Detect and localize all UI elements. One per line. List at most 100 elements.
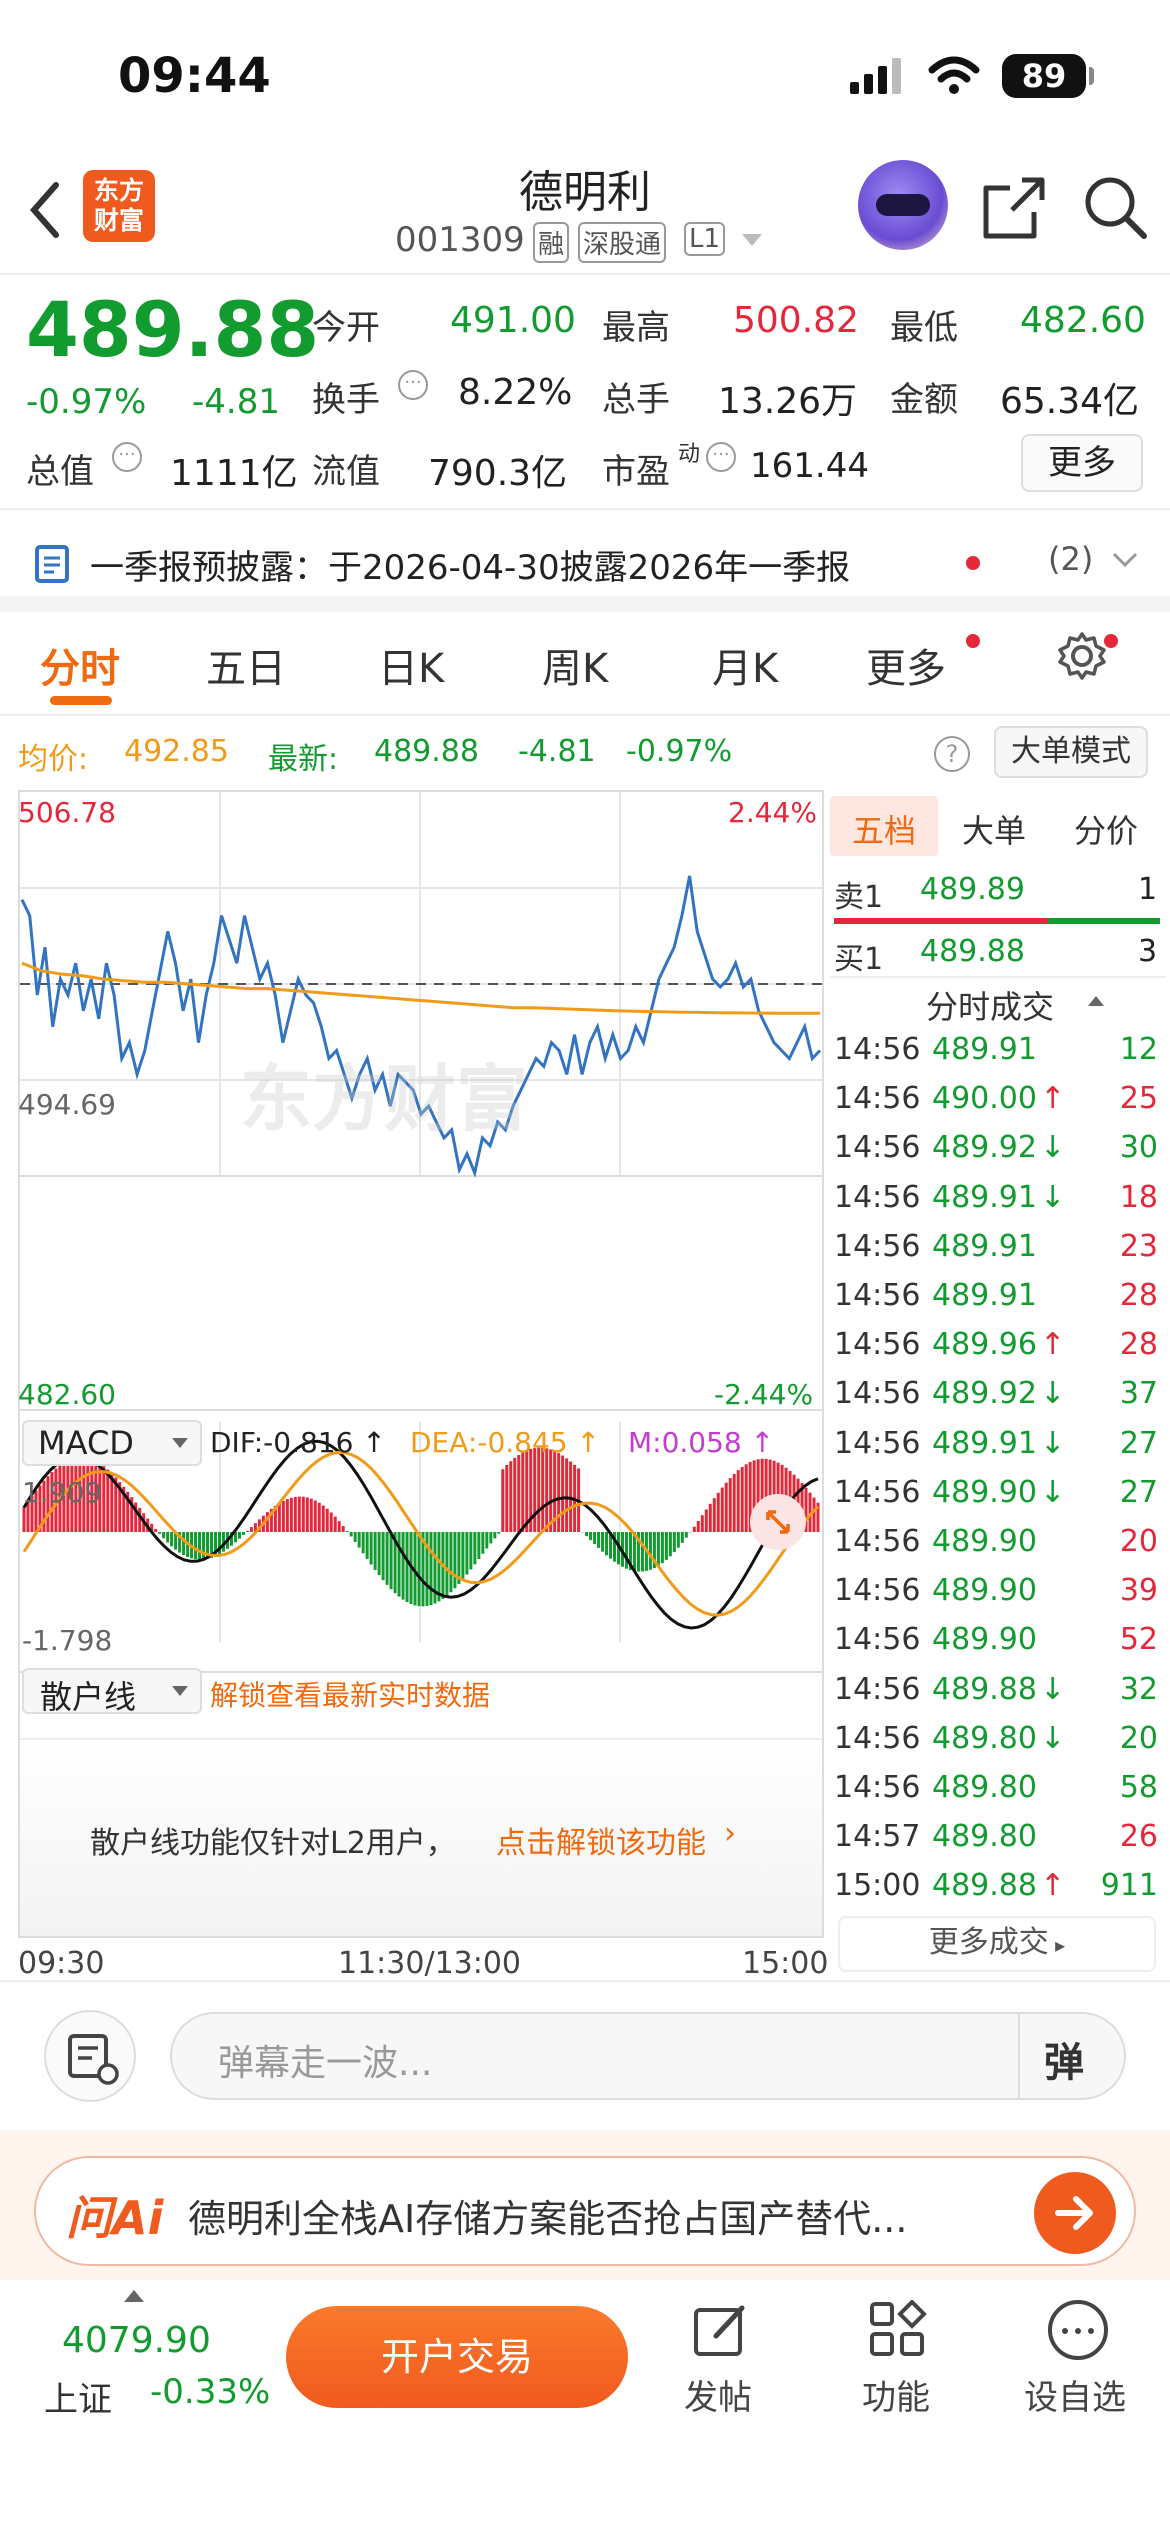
- more-circle-icon[interactable]: [1048, 2300, 1108, 2360]
- tab-price-split[interactable]: 分价: [1074, 806, 1138, 852]
- pe-info-icon[interactable]: ···: [706, 442, 736, 472]
- trade-row: 14:56 489.88 ↓ 32: [834, 1672, 1158, 1721]
- trade-arrow: ↓: [1040, 1376, 1066, 1412]
- retail-line-selector[interactable]: 散户线: [22, 1668, 202, 1716]
- grid-icon[interactable]: [868, 2300, 928, 2360]
- trade-time: 14:56: [834, 1228, 921, 1264]
- comment-list-icon[interactable]: [44, 2010, 136, 2102]
- trades-header[interactable]: 分时成交: [926, 982, 1054, 1028]
- stock-header: 德明利 001309 融 深股通 L1: [0, 150, 1170, 275]
- pct-min-label: -2.44%: [714, 1378, 814, 1411]
- y-mid-label: 494.69: [18, 1088, 116, 1121]
- retail-unlock-button[interactable]: 点击解锁该功能: [496, 1818, 706, 1862]
- gear-icon[interactable]: [1056, 630, 1108, 682]
- last-price: 489.88: [26, 285, 320, 374]
- trade-row: 14:56 489.80 ↓ 20: [834, 1721, 1158, 1770]
- stock-name: 德明利: [519, 167, 651, 218]
- big-order-mode-button[interactable]: 大单模式: [994, 726, 1148, 778]
- index-name[interactable]: 上证: [44, 2372, 112, 2421]
- index-value[interactable]: 4079.90: [62, 2320, 211, 2361]
- trade-arrow: ↓: [1040, 1474, 1066, 1510]
- nav-function-label[interactable]: 功能: [862, 2370, 930, 2419]
- tab-more[interactable]: 更多: [866, 636, 946, 694]
- trade-price: 489.92: [932, 1130, 1037, 1166]
- trade-price: 489.96: [932, 1327, 1037, 1363]
- status-bar: 09:44 89: [0, 0, 1170, 150]
- tab-big-order[interactable]: 大单: [962, 806, 1026, 852]
- dea-value: DEA:-0.845 ↑: [410, 1426, 600, 1459]
- back-icon[interactable]: [26, 180, 62, 240]
- settings-dot-icon: [1104, 634, 1118, 648]
- macd-max-label: 1.909: [22, 1476, 103, 1509]
- ai-robot-avatar[interactable]: [858, 160, 948, 250]
- ai-question-card[interactable]: 问Ai 德明利全栈AI存储方案能否抢占国产替代...: [34, 2156, 1136, 2266]
- trade-volume: 37: [1119, 1376, 1158, 1412]
- tab-five-day[interactable]: 五日: [206, 636, 286, 694]
- tab-week-k[interactable]: 周K: [542, 636, 608, 694]
- danmaku-toggle-icon[interactable]: 弹: [1044, 2030, 1084, 2088]
- trade-price: 489.80: [932, 1720, 1037, 1756]
- latest-value: 489.88: [374, 734, 479, 769]
- help-icon[interactable]: ?: [934, 736, 970, 772]
- avg-label: 均价:: [18, 742, 89, 777]
- trade-row: 14:56 490.00 ↑ 25: [834, 1081, 1158, 1130]
- search-icon[interactable]: [1082, 174, 1148, 240]
- trade-volume: 26: [1119, 1819, 1158, 1855]
- expand-icon[interactable]: [750, 1494, 806, 1550]
- sell1-volume: 1: [1138, 872, 1158, 907]
- trade-price: 489.92: [932, 1376, 1037, 1412]
- trade-price: 489.88: [932, 1671, 1037, 1707]
- trade-time: 14:57: [834, 1819, 921, 1855]
- trade-row: 14:56 489.90 ↓ 27: [834, 1475, 1158, 1524]
- trade-volume: 58: [1119, 1770, 1158, 1805]
- tab-intraday[interactable]: 分时: [40, 636, 120, 694]
- retail-unlock-link[interactable]: 解锁查看最新实时数据: [210, 1674, 490, 1714]
- mcap-value: 1111亿: [170, 453, 298, 494]
- more-trades-button[interactable]: 更多成交 ▸: [838, 1916, 1156, 1972]
- sell1-label: 卖1: [834, 880, 884, 915]
- time-end: 15:00: [742, 1946, 829, 1981]
- triangle-right-icon: ▸: [1048, 1933, 1066, 1957]
- trade-volume: 911: [1100, 1868, 1158, 1904]
- macd-selector[interactable]: MACD: [22, 1420, 202, 1466]
- float-value: 790.3亿: [428, 453, 568, 494]
- trade-time: 14:56: [834, 1524, 921, 1559]
- time-mid: 11:30/13:00: [338, 1946, 522, 1981]
- stock-code: 001309: [395, 220, 525, 260]
- trade-time: 14:56: [834, 1770, 921, 1805]
- arrow-right-icon[interactable]: [1034, 2172, 1116, 2254]
- more-dots-icon[interactable]: ···: [398, 370, 428, 400]
- chevron-down-icon[interactable]: [1112, 552, 1138, 568]
- tab-five-level[interactable]: 五档: [852, 806, 916, 852]
- mcap-info-icon[interactable]: ···: [112, 442, 142, 472]
- open-account-trade-button[interactable]: 开户交易: [286, 2306, 628, 2408]
- tab-month-k[interactable]: 月K: [712, 636, 778, 694]
- dropdown-icon[interactable]: [742, 234, 762, 248]
- compose-icon[interactable]: [690, 2300, 750, 2360]
- tab-active-indicator: [50, 696, 112, 705]
- macd-label: MACD: [38, 1424, 134, 1462]
- nav-watchlist-label[interactable]: 设自选: [1024, 2370, 1126, 2419]
- trade-price: 489.91: [932, 1425, 1037, 1461]
- trade-row: 14:56 489.91 ↓ 18: [834, 1180, 1158, 1229]
- high-value: 500.82: [733, 300, 859, 341]
- danmaku-input[interactable]: 弹幕走一波... 弹: [170, 2012, 1126, 2100]
- danmaku-placeholder: 弹幕走一波...: [218, 2043, 433, 2084]
- ai-logo: 问Ai: [66, 2191, 164, 2245]
- retail-line-label: 散户线: [40, 1678, 137, 1716]
- low-value: 482.60: [1020, 300, 1146, 341]
- trade-price: 489.90: [932, 1622, 1037, 1658]
- trade-time: 14:56: [834, 1032, 921, 1067]
- index-change-pct[interactable]: -0.33%: [150, 2372, 270, 2412]
- mcap-label: 总值: [26, 452, 94, 492]
- pe-label: 市盈: [602, 452, 670, 492]
- tab-day-k[interactable]: 日K: [378, 636, 444, 694]
- nav-post-label[interactable]: 发帖: [684, 2370, 752, 2419]
- share-icon[interactable]: [982, 176, 1046, 240]
- more-button[interactable]: 更多: [1021, 434, 1143, 492]
- trade-arrow: ↓: [1040, 1671, 1066, 1707]
- trade-price: 489.88: [932, 1868, 1037, 1904]
- notice-text: 一季报预披露：于2026-04-30披露2026年一季报: [90, 548, 851, 588]
- amount-label: 金额: [890, 380, 958, 420]
- y-min-label: 482.60: [18, 1378, 116, 1411]
